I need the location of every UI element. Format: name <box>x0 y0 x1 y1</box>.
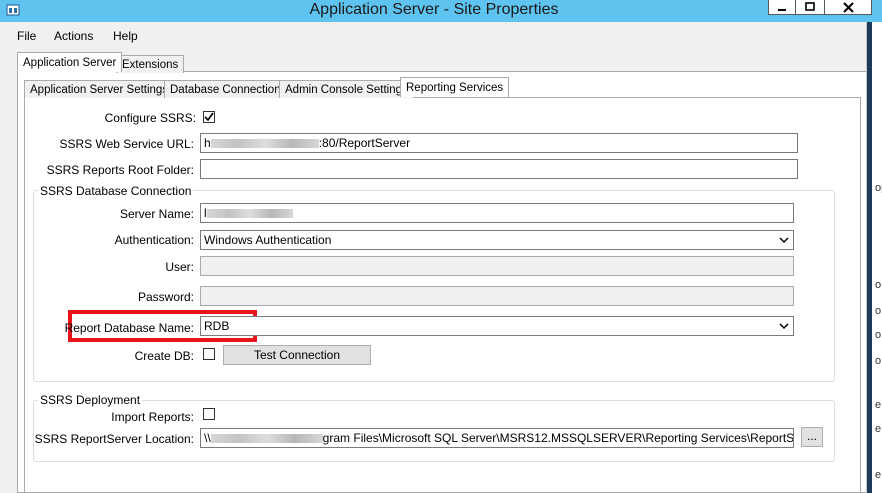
import-reports-label: Import Reports: <box>111 410 194 424</box>
location-prefix: \\ <box>204 431 211 445</box>
window-title: Application Server - Site Properties <box>309 1 559 18</box>
ssrs-url-prefix: h <box>204 136 211 150</box>
report-database-name-label: Report Database Name: <box>64 321 194 335</box>
report-database-name-value: RDB <box>204 319 230 333</box>
tab-database-connection[interactable]: Database Connection <box>164 80 287 98</box>
report-database-name-dropdown[interactable]: RDB <box>200 316 794 336</box>
ssrs-url-suffix: :80/ReportServer <box>318 136 411 150</box>
reportserver-location-label: SSRS ReportServer Location: <box>34 432 194 446</box>
redacted-host <box>210 139 319 149</box>
tab-application-server-settings[interactable]: Application Server Settings <box>24 80 175 98</box>
reportserver-location-field[interactable]: \\ gram Files\Microsoft SQL Server\MSRS12… <box>200 428 794 448</box>
create-db-checkbox[interactable] <box>203 348 215 360</box>
menu-help[interactable]: Help <box>113 29 138 43</box>
authentication-value: Windows Authentication <box>204 233 332 247</box>
bg-text: e <box>875 423 882 435</box>
tab-extensions[interactable]: Extensions <box>116 55 185 73</box>
bg-text: o <box>875 279 882 291</box>
browse-button[interactable]: ... <box>801 427 823 447</box>
password-label: Password: <box>137 290 194 304</box>
bg-text: op <box>875 182 882 194</box>
user-label: User: <box>165 260 194 274</box>
ssrs-root-folder-field[interactable] <box>200 159 798 179</box>
user-field[interactable] <box>200 256 794 276</box>
configure-ssrs-checkbox[interactable] <box>203 111 215 123</box>
ssrs-database-connection-title: SSRS Database Connection <box>38 184 194 198</box>
menu-file[interactable]: File <box>17 29 36 43</box>
maximize-icon <box>805 2 815 11</box>
ssrs-deployment-title: SSRS Deployment <box>38 393 143 407</box>
server-name-field[interactable]: l <box>200 203 794 223</box>
redacted-path <box>210 434 323 444</box>
bg-text: o <box>875 355 882 367</box>
bg-text: o <box>875 329 882 341</box>
bg-text: o <box>875 305 882 317</box>
background-window-edge: op o o o o e e e <box>866 22 882 493</box>
redacted-server <box>206 209 293 219</box>
tab-application-server[interactable]: Application Server <box>17 52 123 72</box>
server-name-label: Server Name: <box>119 207 194 221</box>
maximize-button[interactable] <box>795 0 825 15</box>
ssrs-url-field[interactable]: h :80/ReportServer <box>200 133 798 153</box>
minimize-icon <box>778 9 786 11</box>
authentication-dropdown[interactable]: Windows Authentication <box>200 230 794 250</box>
checkmark-icon <box>204 112 214 122</box>
password-field[interactable] <box>200 286 794 306</box>
close-button[interactable] <box>824 0 872 15</box>
minimize-button[interactable] <box>768 0 796 15</box>
bg-text: e <box>875 399 882 411</box>
location-suffix: ram Files\Microsoft SQL Server\MSRS12.MS… <box>329 431 794 445</box>
create-db-label: Create DB: <box>134 349 194 363</box>
close-icon <box>842 1 854 13</box>
test-connection-button[interactable]: Test Connection <box>223 345 371 365</box>
ssrs-url-label: SSRS Web Service URL: <box>59 137 195 151</box>
chevron-down-icon <box>779 237 789 244</box>
tab-reporting-services[interactable]: Reporting Services <box>400 77 510 97</box>
chevron-down-icon <box>779 323 789 330</box>
menu-actions[interactable]: Actions <box>54 29 93 43</box>
ssrs-root-folder-label: SSRS Reports Root Folder: <box>46 163 194 177</box>
authentication-label: Authentication: <box>114 233 194 247</box>
import-reports-checkbox[interactable] <box>203 408 215 420</box>
tab-admin-console-settings[interactable]: Admin Console Settings <box>279 80 414 98</box>
bg-text: e <box>875 469 882 481</box>
configure-ssrs-label: Configure SSRS: <box>104 111 196 125</box>
